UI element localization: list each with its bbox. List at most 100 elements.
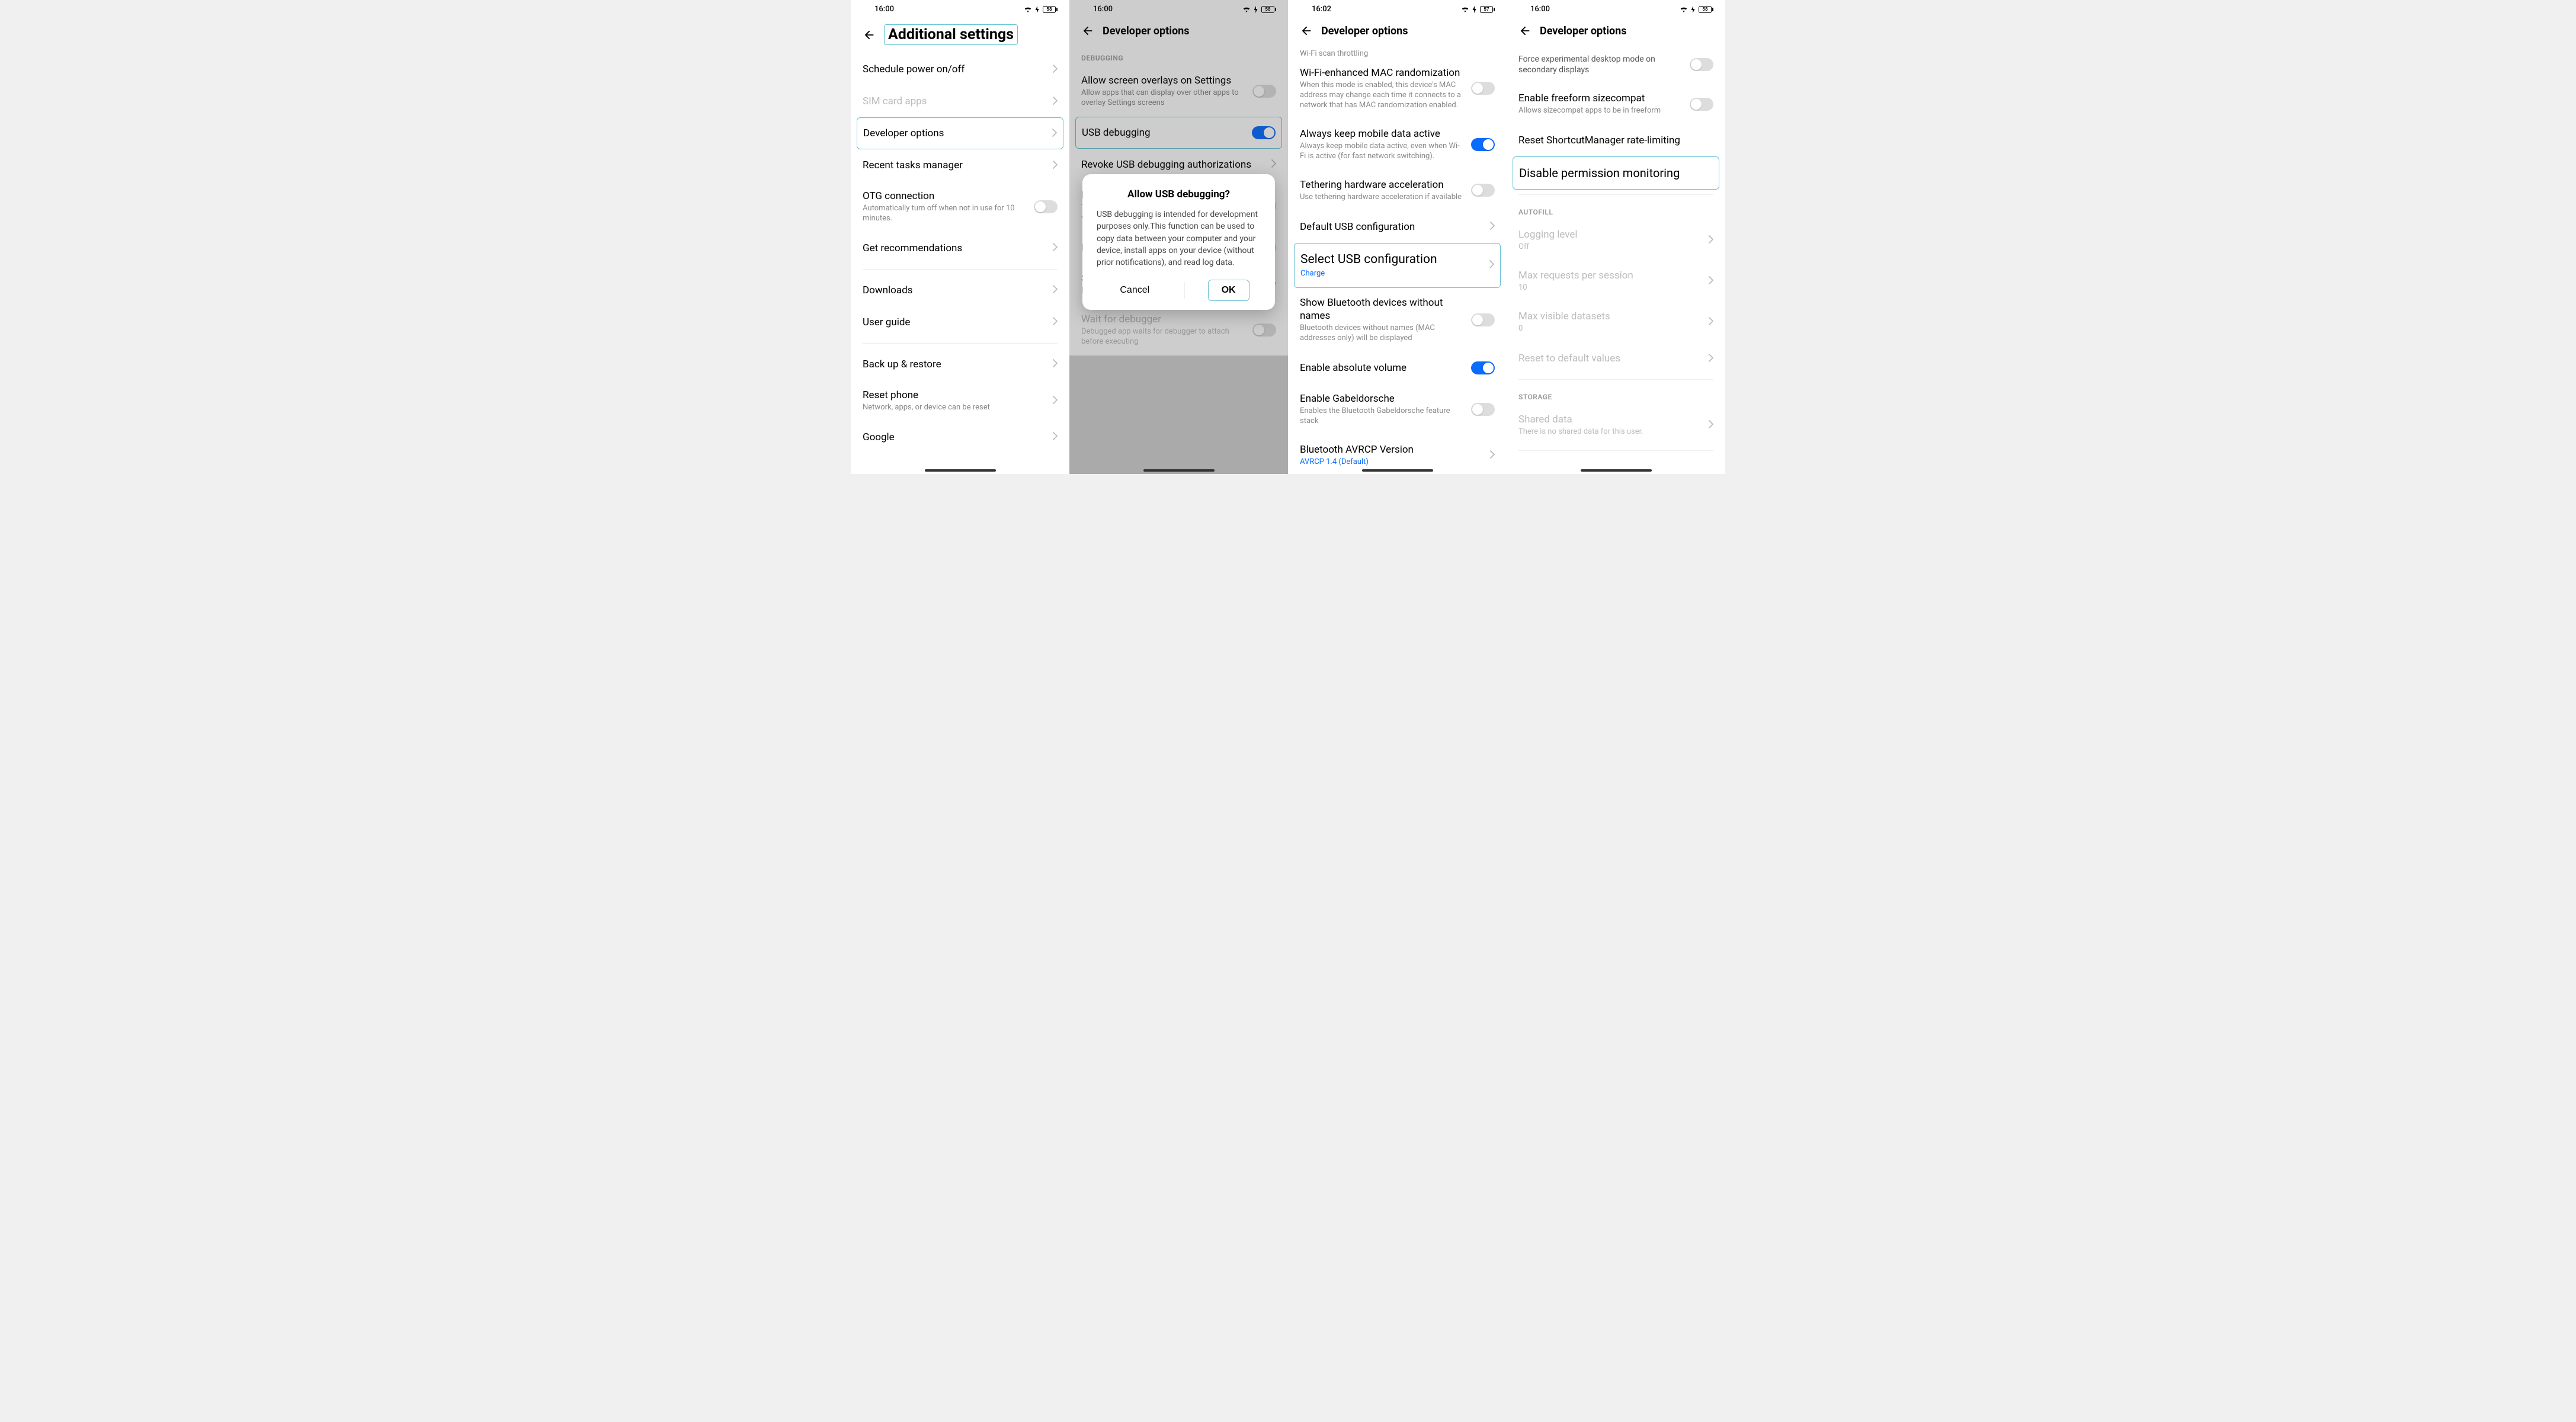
- settings-item[interactable]: Logging levelOff: [1507, 220, 1725, 261]
- usb-debugging-dialog: Allow USB debugging?USB debugging is int…: [1082, 174, 1275, 310]
- settings-item[interactable]: Schedule power on/off: [851, 53, 1069, 85]
- item-title: Disable permission monitoring: [1519, 165, 1707, 181]
- charging-icon: [1034, 6, 1040, 13]
- toggle-switch[interactable]: [1034, 200, 1058, 213]
- toggle-switch[interactable]: [1471, 138, 1495, 151]
- item-title: Reset ShortcutManager rate-limiting: [1518, 134, 1707, 147]
- page-title: Additional settings: [884, 24, 1018, 45]
- settings-item[interactable]: Enable absolute volume: [1288, 352, 1507, 384]
- item-title: Logging level: [1518, 228, 1703, 241]
- nav-handle[interactable]: [1581, 469, 1652, 472]
- divider: [863, 269, 1058, 270]
- item-title: Select USB configuration: [1300, 252, 1484, 268]
- settings-item[interactable]: USB debugging: [1075, 117, 1282, 149]
- toggle-switch[interactable]: [1471, 82, 1495, 95]
- settings-item[interactable]: Bluetooth AVRCP VersionAVRCP 1.4 (Defaul…: [1288, 435, 1507, 474]
- settings-item[interactable]: Enable freeform sizecompatAllows sizecom…: [1507, 84, 1725, 124]
- item-title: Developer options: [863, 127, 1046, 140]
- chevron-right-icon: [1053, 242, 1058, 254]
- settings-item[interactable]: SIM card apps: [851, 85, 1069, 117]
- item-subtitle: AVRCP 1.4 (Default): [1300, 457, 1484, 467]
- settings-item[interactable]: Developer options: [857, 117, 1063, 149]
- section-header: DEBUGGING: [1069, 46, 1288, 66]
- back-icon[interactable]: [1300, 24, 1313, 37]
- charging-icon: [1253, 6, 1259, 13]
- back-icon[interactable]: [1518, 24, 1531, 37]
- settings-item[interactable]: Google: [851, 421, 1069, 453]
- item-title: Google: [863, 431, 1047, 444]
- settings-item[interactable]: Enable GabeldorscheEnables the Bluetooth…: [1288, 384, 1507, 435]
- item-title: Tethering hardware acceleration: [1300, 178, 1465, 191]
- item-title: User guide: [863, 316, 1047, 329]
- page-header: Additional settings: [851, 16, 1069, 53]
- item-title: Force experimental desktop mode on secon…: [1518, 54, 1684, 75]
- item-title: Always keep mobile data active: [1300, 127, 1465, 140]
- item-subtitle: Allows sizecompat apps to be in freeform: [1518, 106, 1684, 116]
- settings-item[interactable]: Disable permission monitoring: [1513, 156, 1719, 190]
- settings-item[interactable]: Wait for debuggerDebugged app waits for …: [1069, 305, 1288, 356]
- battery-icon: 58: [1043, 6, 1058, 13]
- item-title: Shared data: [1518, 413, 1703, 426]
- item-subtitle: Charge: [1300, 269, 1484, 279]
- item-subtitle: 0: [1518, 324, 1703, 334]
- chevron-right-icon: [1052, 128, 1057, 139]
- status-time: 16:00: [1530, 5, 1550, 14]
- settings-item[interactable]: Max visible datasets0: [1507, 302, 1725, 342]
- toggle-switch[interactable]: [1471, 313, 1495, 326]
- settings-item[interactable]: Shared dataThere is no shared data for t…: [1507, 405, 1725, 446]
- item-subtitle: When this mode is enabled, this device's…: [1300, 81, 1465, 111]
- settings-item[interactable]: Get recommendations: [851, 232, 1069, 264]
- settings-item[interactable]: Reset phoneNetwork, apps, or device can …: [851, 380, 1069, 421]
- item-title: Show Bluetooth devices without names: [1300, 296, 1465, 322]
- nav-handle[interactable]: [1362, 469, 1433, 472]
- toggle-switch[interactable]: [1690, 58, 1713, 71]
- settings-item[interactable]: Select USB configurationCharge: [1294, 243, 1501, 288]
- item-title: Reset to default values: [1518, 352, 1703, 365]
- toggle-switch[interactable]: [1471, 184, 1495, 197]
- settings-item[interactable]: Allow screen overlays on SettingsAllow a…: [1069, 66, 1288, 117]
- settings-item[interactable]: Reset to default values: [1507, 342, 1725, 374]
- settings-item[interactable]: Default USB configuration: [1288, 211, 1507, 243]
- chevron-right-icon: [1490, 221, 1495, 232]
- chevron-right-icon: [1709, 316, 1713, 328]
- settings-item[interactable]: Force experimental desktop mode on secon…: [1507, 46, 1725, 84]
- settings-item[interactable]: Show Bluetooth devices without namesBlue…: [1288, 288, 1507, 352]
- chevron-right-icon: [1709, 353, 1713, 364]
- chevron-right-icon: [1053, 358, 1058, 370]
- settings-item[interactable]: Always keep mobile data activeAlways kee…: [1288, 119, 1507, 170]
- settings-item[interactable]: Reset ShortcutManager rate-limiting: [1507, 124, 1725, 156]
- settings-item[interactable]: OTG connectionAutomatically turn off whe…: [851, 181, 1069, 232]
- toggle-switch[interactable]: [1252, 324, 1276, 337]
- settings-item[interactable]: Max requests per session10: [1507, 261, 1725, 302]
- ok-button[interactable]: OK: [1208, 280, 1249, 301]
- toggle-switch[interactable]: [1471, 403, 1495, 416]
- settings-item[interactable]: Wi-Fi-enhanced MAC randomizationWhen thi…: [1288, 58, 1507, 119]
- nav-handle[interactable]: [925, 469, 996, 472]
- back-icon[interactable]: [1081, 24, 1094, 37]
- toggle-switch[interactable]: [1471, 361, 1495, 374]
- settings-item[interactable]: Recent tasks manager: [851, 149, 1069, 181]
- settings-item[interactable]: User guide: [851, 306, 1069, 338]
- settings-item[interactable]: Tethering hardware accelerationUse tethe…: [1288, 170, 1507, 211]
- dialog-title: Allow USB debugging?: [1097, 188, 1261, 200]
- status-icons: 57: [1461, 6, 1495, 13]
- item-title: Allow screen overlays on Settings: [1081, 74, 1247, 87]
- page-header: Developer options: [1507, 16, 1725, 46]
- item-title: Recent tasks manager: [863, 159, 1047, 172]
- settings-item[interactable]: Downloads: [851, 274, 1069, 306]
- cancel-button[interactable]: Cancel: [1108, 279, 1161, 302]
- nav-handle[interactable]: [1143, 469, 1215, 472]
- status-icons: 58: [1024, 6, 1058, 13]
- toggle-switch[interactable]: [1690, 98, 1713, 111]
- item-subtitle: Network, apps, or device can be reset: [863, 403, 1047, 413]
- item-title: Max visible datasets: [1518, 310, 1703, 323]
- item-title: Max requests per session: [1518, 269, 1703, 282]
- settings-item[interactable]: Back up & restore: [851, 348, 1069, 380]
- chevron-right-icon: [1271, 159, 1276, 170]
- charging-icon: [1690, 6, 1696, 13]
- wifi-icon: [1024, 6, 1032, 12]
- back-icon[interactable]: [863, 28, 876, 41]
- status-time: 16:00: [1093, 5, 1113, 14]
- toggle-switch[interactable]: [1252, 85, 1276, 98]
- toggle-switch[interactable]: [1252, 126, 1276, 139]
